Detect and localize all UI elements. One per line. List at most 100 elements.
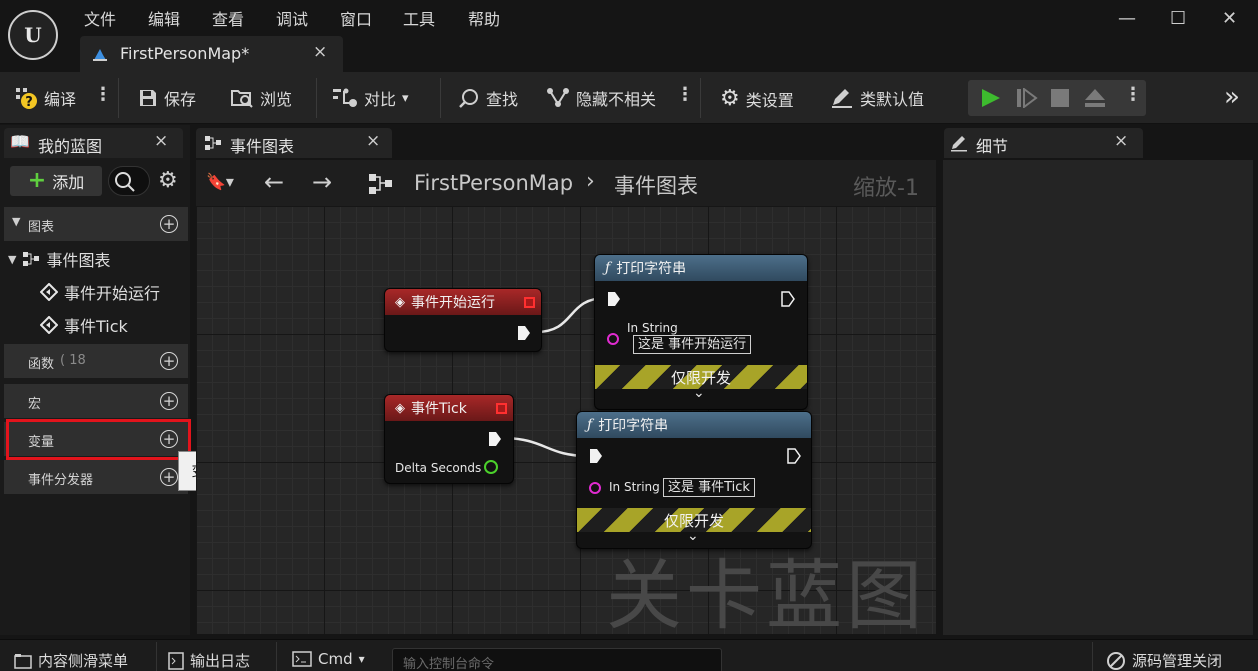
class-defaults-button[interactable]: 类默认值 <box>830 86 924 110</box>
tree-item-begin-play[interactable]: 事件开始运行 <box>40 280 160 304</box>
node-print-string-2[interactable]: ƒ 打印字符串 In String 这是 事件Tick 仅限开发 ⌄ <box>576 411 812 549</box>
breadcrumb-root[interactable]: FirstPersonMap <box>414 171 573 195</box>
find-label: 查找 <box>486 90 519 109</box>
add-dispatcher-icon[interactable]: + <box>160 468 178 486</box>
expand-chevron-icon[interactable]: ⌄ <box>687 528 699 544</box>
close-icon[interactable]: × <box>366 131 380 151</box>
section-dispatchers[interactable]: 事件分发器 + <box>4 460 188 494</box>
compile-button[interactable]: ? 编译 <box>14 86 76 110</box>
float-pin-icon[interactable] <box>484 460 498 474</box>
eject-icon[interactable] <box>1084 88 1106 108</box>
window-close-icon[interactable]: ✕ <box>1222 8 1237 29</box>
content-drawer-label: 内容侧滑菜单 <box>38 652 129 670</box>
exec-out-pin[interactable] <box>781 291 795 307</box>
advance-frame-icon[interactable] <box>1016 88 1038 108</box>
menu-debug[interactable]: 调试 <box>276 6 308 30</box>
event-icon: ◈ <box>395 294 405 310</box>
minimize-icon[interactable]: — <box>1118 8 1136 29</box>
play-icon[interactable] <box>980 88 1002 108</box>
event-graph-tab[interactable]: 事件图表 × <box>196 128 392 158</box>
browse-label: 浏览 <box>260 90 293 109</box>
breadcrumb-leaf[interactable]: 事件图表 <box>614 170 698 200</box>
unreal-logo-icon[interactable]: U <box>8 10 58 60</box>
details-tab[interactable]: 细节 × <box>944 128 1143 158</box>
maximize-icon[interactable]: ☐ <box>1170 8 1186 29</box>
find-options-icon[interactable]: ⋮ <box>676 84 694 105</box>
compile-options-icon[interactable]: ⋮ <box>94 84 112 105</box>
menu-file[interactable]: 文件 <box>84 6 116 30</box>
forward-arrow-icon[interactable]: → <box>312 168 332 196</box>
node-begin-play[interactable]: ◈ 事件开始运行 <box>384 288 542 352</box>
add-macro-icon[interactable]: + <box>160 392 178 410</box>
in-string-input[interactable]: 这是 事件开始运行 <box>633 335 752 354</box>
browse-icon <box>231 90 253 108</box>
class-settings-button[interactable]: ⚙ 类设置 <box>720 86 794 111</box>
cmd-dropdown[interactable]: Cmd ▾ <box>292 650 365 668</box>
in-string-input[interactable]: 这是 事件Tick <box>663 478 755 497</box>
event-icon: ◈ <box>395 400 405 416</box>
toolbar-divider <box>118 78 119 118</box>
console-command-input[interactable]: 输入控制台命令 <box>392 648 722 671</box>
exec-out-pin[interactable] <box>787 448 801 464</box>
browse-button[interactable]: 浏览 <box>230 86 292 110</box>
close-icon[interactable]: × <box>313 42 327 62</box>
node-tick[interactable]: ◈ 事件Tick Delta Seconds <box>384 394 514 484</box>
section-graphs[interactable]: ▼ 图表 + <box>4 207 188 241</box>
play-options-icon[interactable]: ⋮ <box>1124 84 1142 105</box>
save-button[interactable]: 保存 <box>138 86 196 110</box>
find-button[interactable]: 查找 <box>458 86 518 110</box>
delegate-pin-icon[interactable] <box>524 296 535 308</box>
close-icon[interactable]: × <box>1114 131 1128 151</box>
expand-chevron-icon[interactable]: ⌄ <box>693 385 705 401</box>
diff-button[interactable]: 对比 ▾ <box>332 86 409 110</box>
exec-out-pin[interactable] <box>517 325 531 341</box>
hide-unrelated-button[interactable]: 隐藏不相关 <box>546 86 656 110</box>
node-print-2-title: 打印字符串 <box>598 418 669 434</box>
menu-window[interactable]: 窗口 <box>340 6 372 30</box>
menu-edit[interactable]: 编辑 <box>148 6 180 30</box>
node-begin-play-title: 事件开始运行 <box>411 295 495 311</box>
graph-canvas[interactable]: 关卡蓝图 ◈ 事件开始运行 ◈ 事件Tick Delta Seconds ƒ 打… <box>196 206 936 634</box>
tree-item-tick[interactable]: 事件Tick <box>40 313 128 337</box>
settings-gear-icon[interactable]: ⚙ <box>158 168 178 193</box>
document-tab[interactable]: FirstPersonMap* × <box>80 36 343 72</box>
exec-in-pin[interactable] <box>607 291 621 307</box>
string-pin-icon[interactable] <box>589 482 601 494</box>
status-divider <box>1092 642 1093 671</box>
source-control-label: 源码管理关闭 <box>1132 652 1223 670</box>
exec-in-pin[interactable] <box>589 448 603 464</box>
bookmark-icon[interactable]: 🔖▾ <box>206 172 234 191</box>
add-function-icon[interactable]: + <box>160 352 178 370</box>
output-log-button[interactable]: 输出日志 <box>168 650 250 671</box>
source-control-off-icon <box>1107 651 1125 670</box>
menu-help[interactable]: 帮助 <box>468 6 500 30</box>
menu-view[interactable]: 查看 <box>212 6 244 30</box>
zoom-level: 缩放-1 <box>853 176 919 201</box>
exec-out-pin[interactable] <box>488 431 502 447</box>
document-tab-label: FirstPersonMap* <box>120 44 250 63</box>
add-button[interactable]: + 添加 <box>10 166 102 196</box>
toolbar-divider <box>700 78 701 118</box>
content-drawer-button[interactable]: 内容侧滑菜单 <box>14 650 128 671</box>
add-graph-icon[interactable]: + <box>160 215 178 233</box>
string-pin-icon[interactable] <box>607 333 619 345</box>
toolbar-overflow-icon[interactable]: » <box>1224 82 1240 112</box>
back-arrow-icon[interactable]: ← <box>264 168 284 196</box>
search-button[interactable] <box>108 166 150 196</box>
menu-tools[interactable]: 工具 <box>403 6 435 30</box>
section-macros[interactable]: 宏 + <box>4 384 188 418</box>
main-toolbar: ? 编译 ⋮ 保存 浏览 对比 ▾ 查找 隐藏不相关 ⋮ ⚙ 类设置 类默认值 … <box>0 72 1258 124</box>
node-print-string-1[interactable]: ƒ 打印字符串 In String 这是 事件开始运行 仅限开发 ⌄ <box>594 254 808 410</box>
delegate-pin-icon[interactable] <box>496 402 507 414</box>
book-icon: 📖 <box>10 132 30 151</box>
source-control-button[interactable]: 源码管理关闭 <box>1106 650 1222 671</box>
stop-icon[interactable] <box>1050 88 1070 108</box>
node-print-2-header: ƒ 打印字符串 <box>577 412 811 438</box>
tree-item-event-graph[interactable]: ▼ 事件图表 <box>8 247 110 271</box>
section-functions[interactable]: 函数 ( 18 + <box>4 344 188 378</box>
level-blueprint-icon <box>93 49 107 61</box>
close-icon[interactable]: × <box>154 131 168 151</box>
compile-label: 编译 <box>44 90 77 109</box>
expand-arrow-icon: ▼ <box>8 252 17 266</box>
my-blueprint-tab[interactable]: 📖 我的蓝图 × <box>4 128 183 158</box>
